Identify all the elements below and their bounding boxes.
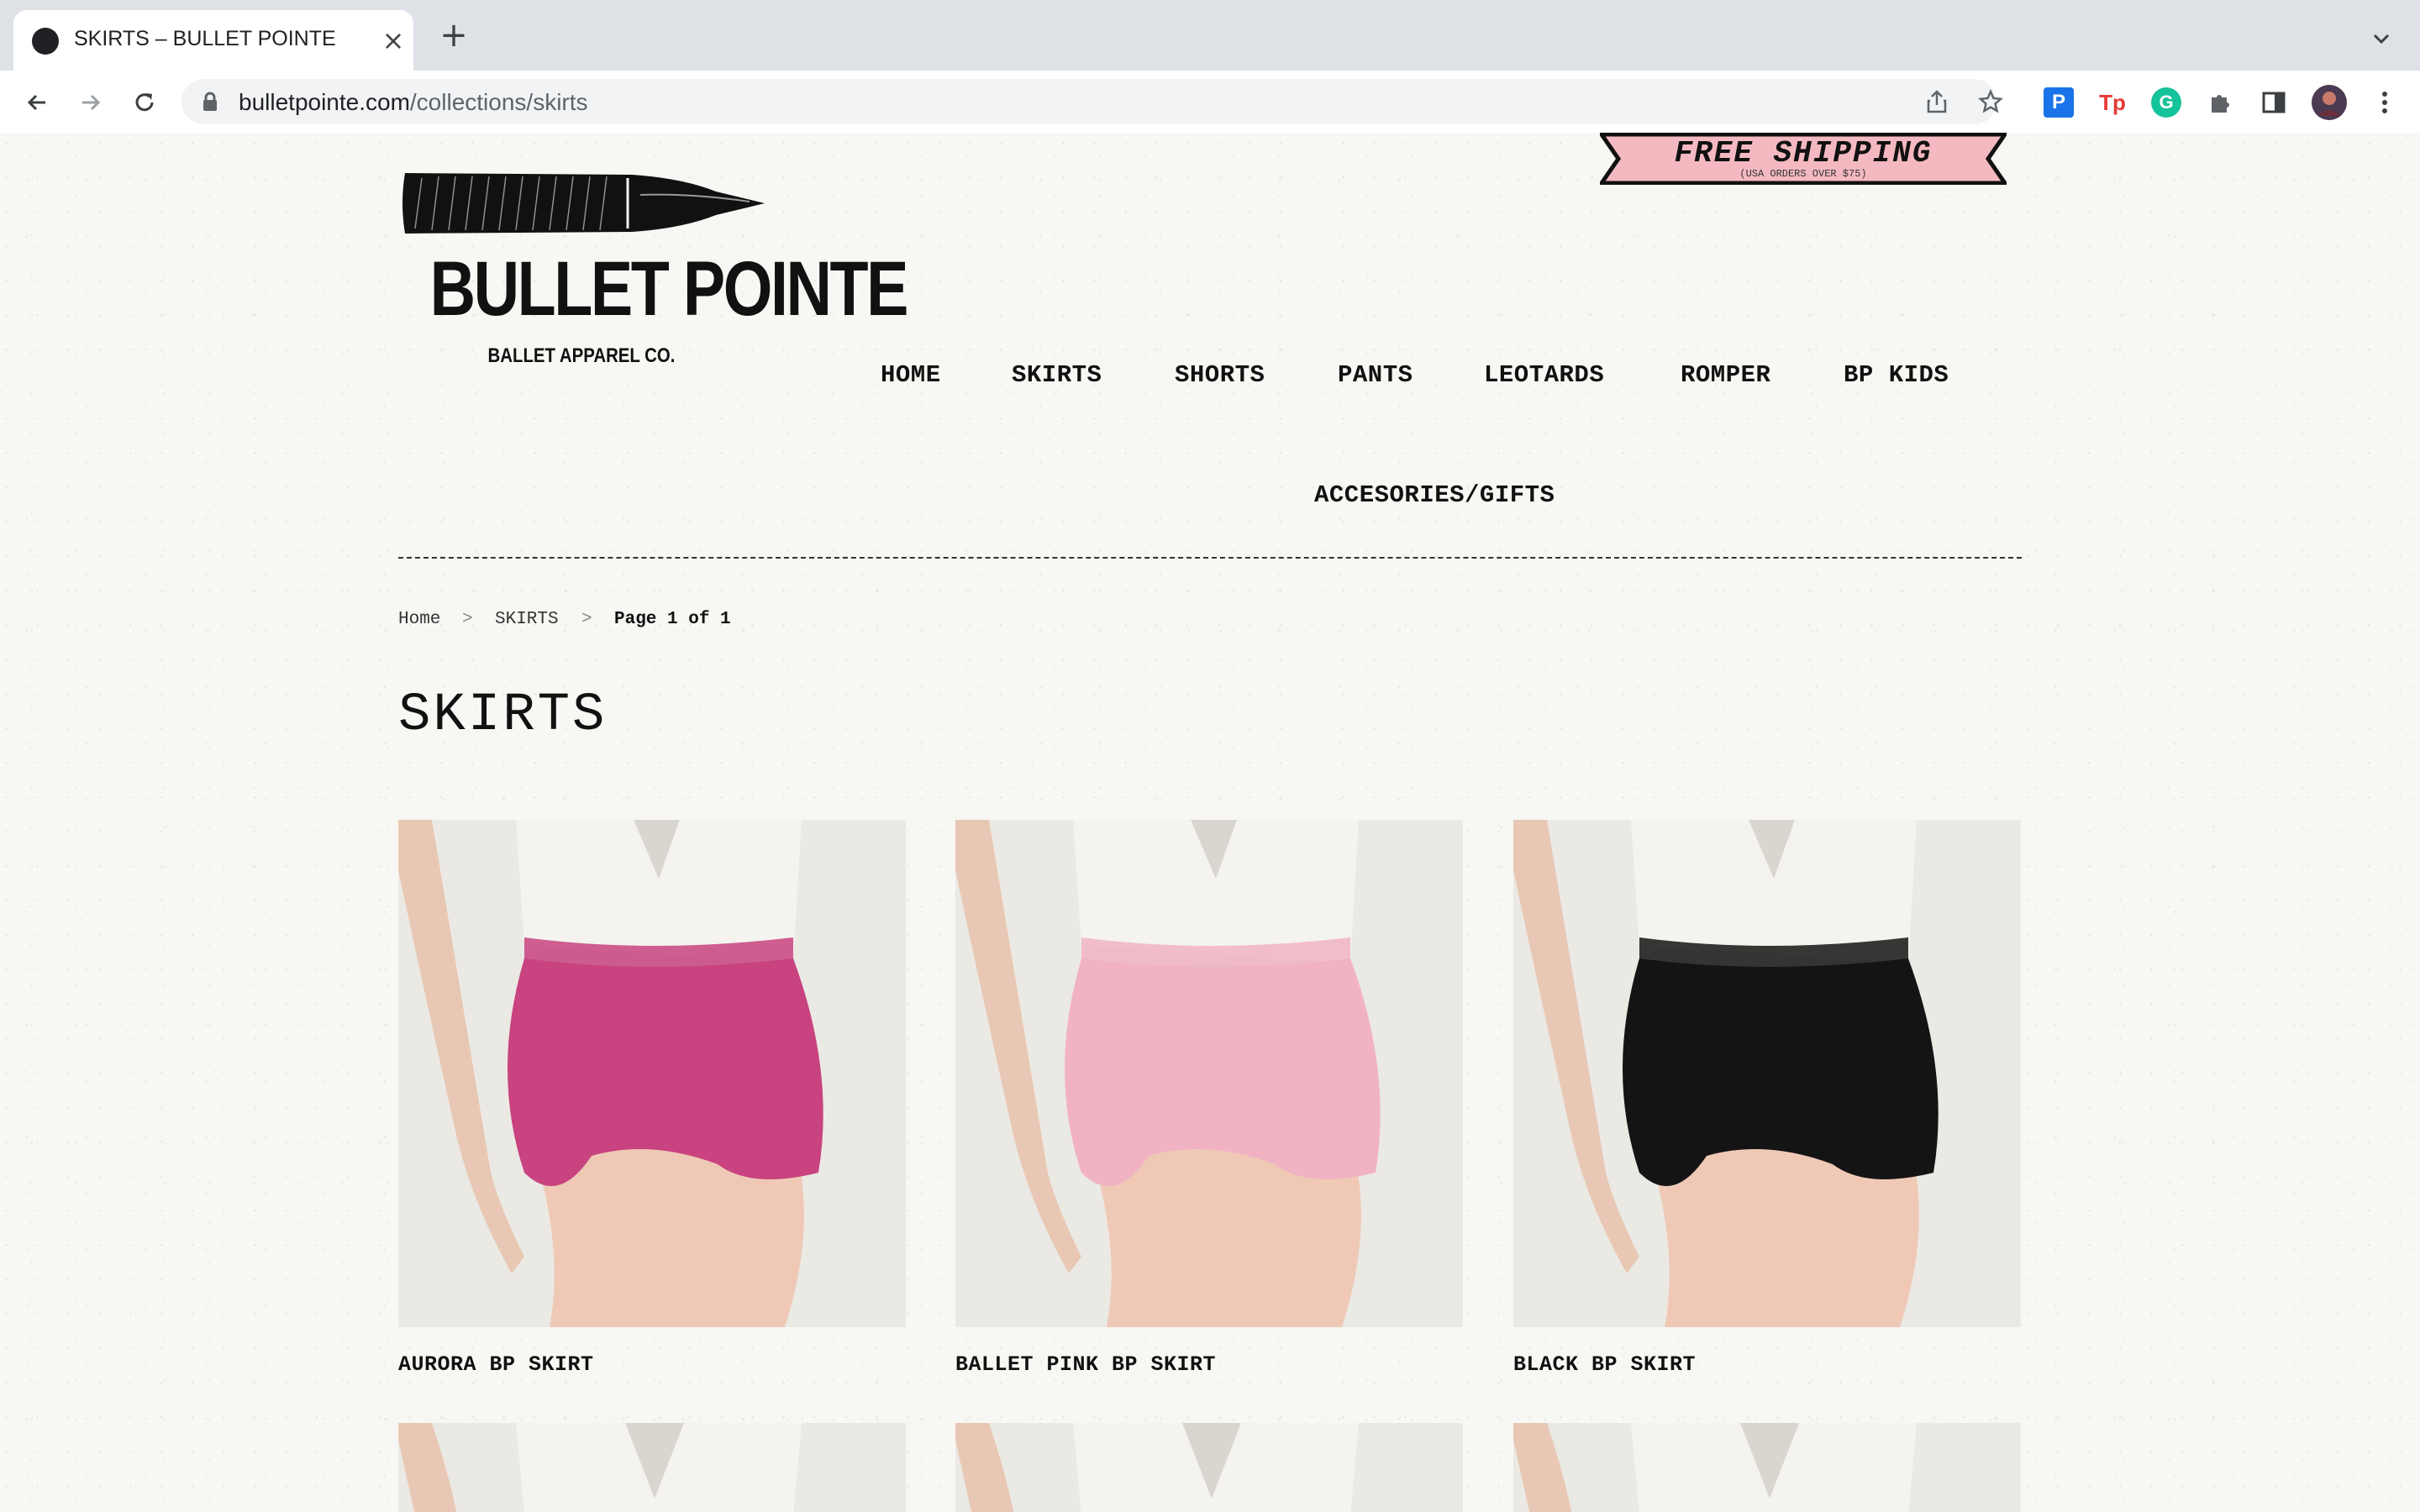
tab-title: SKIRTS – BULLET POINTE [74, 27, 336, 50]
tp-extension-icon[interactable]: Tp [2097, 87, 2128, 118]
product-name[interactable]: AURORA BP SKIRT [398, 1352, 594, 1377]
nav-home[interactable]: HOME [881, 361, 941, 389]
product-image[interactable] [1513, 1423, 2021, 1512]
grammarly-extension-icon[interactable]: G [2151, 87, 2181, 118]
url-host: bulletpointe.com [239, 89, 410, 115]
product-name[interactable]: BALLET PINK BP SKIRT [955, 1352, 1216, 1377]
chrome-menu-icon[interactable] [2370, 87, 2400, 118]
share-icon[interactable] [1923, 87, 1951, 116]
product-image[interactable] [398, 820, 906, 1327]
page-content: BULLET POINTE BALLET APPAREL CO. FREE SH… [0, 133, 2420, 1512]
back-arrow-icon[interactable] [17, 82, 57, 123]
breadcrumb-current-page: Page 1 of 1 [614, 610, 731, 629]
tab-search-chevron-icon[interactable] [2365, 22, 2398, 55]
free-shipping-banner: FREE SHIPPING (USA ORDERS OVER $75) [1600, 133, 2007, 185]
breadcrumb-home[interactable]: Home [398, 610, 440, 629]
site-favicon-icon [32, 28, 59, 55]
bullet-pointe-logo[interactable]: BULLET POINTE BALLET APPAREL CO. [397, 161, 909, 371]
active-tab[interactable]: SKIRTS – BULLET POINTE × [13, 10, 413, 71]
product-image[interactable] [955, 820, 1463, 1327]
browser-tab-strip: SKIRTS – BULLET POINTE × + [0, 0, 2420, 71]
close-tab-icon[interactable]: × [376, 24, 410, 57]
logo-wordmark: BULLET POINTE [429, 246, 909, 332]
breadcrumb-separator: > [462, 610, 473, 629]
new-tab-button[interactable]: + [435, 17, 472, 54]
product-image[interactable] [398, 1423, 906, 1512]
nav-romper[interactable]: ROMPER [1681, 361, 1770, 389]
url-text[interactable]: bulletpointe.com/collections/skirts [239, 89, 588, 116]
header-divider [398, 557, 2022, 559]
nav-leotards[interactable]: LEOTARDS [1484, 361, 1604, 389]
lock-icon[interactable] [202, 92, 218, 115]
nav-accessories-gifts[interactable]: ACCESORIES/GIFTS [1314, 481, 1555, 509]
extensions-puzzle-icon[interactable] [2205, 87, 2235, 118]
banner-subtext: (USA ORDERS OVER $75) [1739, 168, 1867, 180]
reload-icon[interactable] [124, 82, 165, 123]
nav-skirts[interactable]: SKIRTS [1012, 361, 1102, 389]
product-image[interactable] [955, 1423, 1463, 1512]
breadcrumb-separator: > [581, 610, 592, 629]
logo-tagline: BALLET APPAREL CO. [487, 344, 676, 367]
profile-avatar[interactable] [2311, 84, 2348, 121]
collection-title: SKIRTS [398, 685, 608, 746]
address-bar[interactable]: bulletpointe.com/collections/skirts [182, 79, 2003, 124]
nav-shorts[interactable]: SHORTS [1175, 361, 1265, 389]
forward-arrow-icon[interactable] [71, 82, 111, 123]
bullet-graphic-icon [402, 173, 765, 234]
breadcrumb-skirts[interactable]: SKIRTS [495, 610, 559, 629]
browser-toolbar: bulletpointe.com/collections/skirts P Tp… [0, 71, 2420, 134]
bookmark-star-icon[interactable] [1976, 87, 2005, 116]
url-path: /collections/skirts [409, 89, 588, 115]
pinterest-extension-icon[interactable]: P [2044, 87, 2074, 118]
side-panel-icon[interactable] [2259, 87, 2289, 118]
banner-headline: FREE SHIPPING [1674, 136, 1933, 171]
product-image[interactable] [1513, 820, 2021, 1327]
nav-bp-kids[interactable]: BP KIDS [1844, 361, 1949, 389]
product-name[interactable]: BLACK BP SKIRT [1513, 1352, 1696, 1377]
nav-pants[interactable]: PANTS [1338, 361, 1413, 389]
